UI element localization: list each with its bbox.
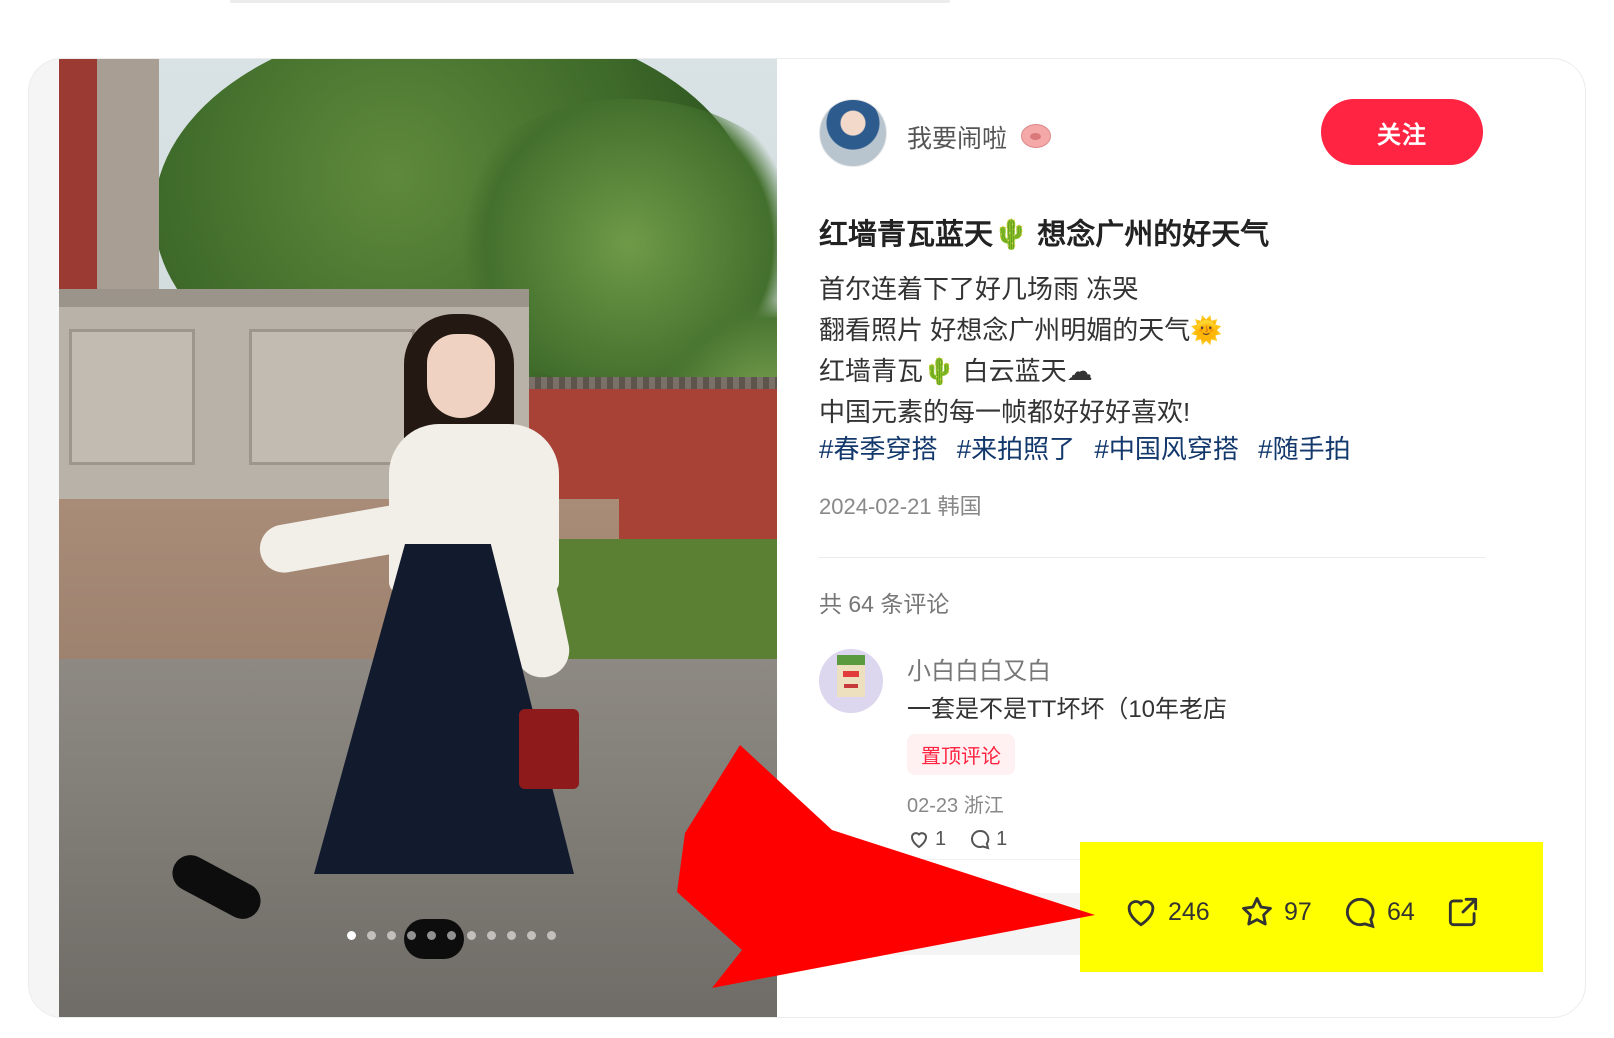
carousel-dot[interactable] [387,931,396,940]
heart-icon [1127,900,1155,927]
pig-emoji-icon [1021,124,1051,148]
comment-like-button[interactable]: 1 [907,827,946,851]
body-line: 中国元素的每一帧都好好好喜欢! [819,397,1191,427]
comment-text: 一套是不是TT坏坏（10年老店 [907,696,1228,723]
star-icon [1242,897,1272,926]
sun-emoji-icon: 🌞 [1190,315,1223,345]
note-photo[interactable] [59,59,813,1017]
share-button[interactable] [1444,893,1482,931]
like-count: 246 [1168,897,1210,926]
share-icon [1448,897,1478,927]
body-line: 首尔连着下了好几场雨 冻哭 [819,274,1139,304]
carousel-dot[interactable] [467,931,476,940]
comment-bubble-icon [1345,897,1375,929]
carousel-dot[interactable] [547,931,556,940]
note-title: 红墙青瓦蓝天🌵 想念广州的好天气 [819,219,1270,251]
carousel-dot[interactable] [447,931,456,940]
body-line: 红墙青瓦🌵 白云蓝天☁ [819,356,1093,386]
tag-link[interactable]: #来拍照了 [957,434,1075,464]
commenter-avatar[interactable] [819,649,883,713]
tag-link[interactable]: #中国风穿搭 [1094,434,1238,464]
carousel-dot[interactable] [427,931,436,940]
note-tags: #春季穿搭 #来拍照了 #中国风穿搭 #随手拍 [819,429,1363,466]
like-button[interactable]: 246 [1122,893,1210,931]
commenter-name[interactable]: 小白白白又白 [907,651,1051,686]
carousel-dot[interactable] [487,931,496,940]
collect-count: 97 [1284,897,1312,926]
note-date-location: 2024-02-21 韩国 [819,494,982,519]
carousel-dot[interactable] [507,931,516,940]
carousel-dot[interactable] [347,931,356,940]
comment-count: 共 64 条评论 [819,591,950,617]
carousel-dot[interactable] [367,931,376,940]
carousel-dot[interactable] [407,931,416,940]
follow-button[interactable]: 关注 [1321,99,1483,165]
comment-button[interactable]: 64 [1341,893,1415,931]
note-body: 首尔连着下了好几场雨 冻哭 翻看照片 好想念广州明媚的天气🌞 红墙青瓦🌵 白云蓝… [819,269,1223,433]
tag-link[interactable]: #随手拍 [1258,434,1350,464]
heart-icon [910,832,928,849]
comment-actions: 1 1 [907,827,1007,851]
author-avatar[interactable] [819,99,887,167]
comment-input[interactable] [819,893,1119,955]
pinned-comment-badge: 置顶评论 [907,734,1015,775]
carousel-dot[interactable] [527,931,536,940]
top-scroll-strip [230,0,950,3]
author-name[interactable]: 我要闹啦 [907,119,1007,155]
divider [819,557,1485,558]
collect-button[interactable]: 97 [1238,893,1312,931]
comment-count-bottom: 64 [1387,897,1415,926]
tag-link[interactable]: #春季穿搭 [819,434,937,464]
reply-bubble-icon [971,829,990,850]
cactus-emoji-icon: 🌵 [993,219,1030,251]
comment-reply-button[interactable]: 1 [968,827,1007,851]
body-line: 翻看照片 好想念广州明媚的天气🌞 [819,315,1223,345]
cloud-emoji-icon: ☁ [1066,356,1093,386]
cactus-emoji-icon: 🌵 [923,356,956,386]
carousel-dots[interactable] [347,931,556,940]
comment-meta: 02-23 浙江 [907,795,1004,817]
